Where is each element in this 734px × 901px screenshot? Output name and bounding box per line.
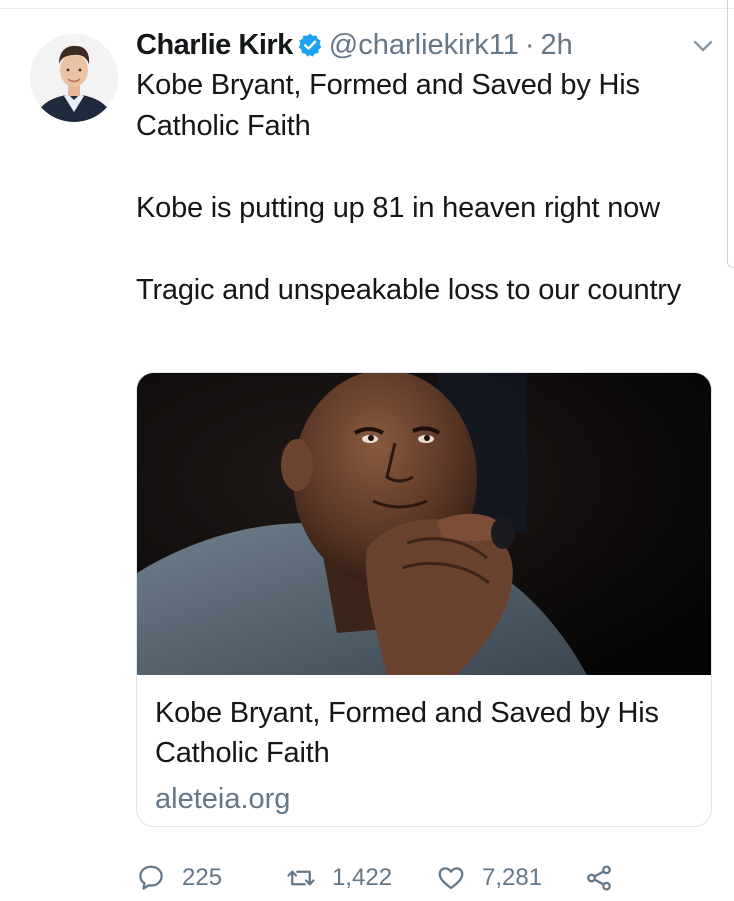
retweet-icon: [287, 870, 315, 886]
avatar-image: [30, 34, 118, 122]
timestamp[interactable]: 2h: [541, 29, 573, 62]
display-name[interactable]: Charlie Kirk: [136, 29, 293, 62]
user-handle[interactable]: @charliekirk11: [329, 29, 519, 62]
tweet-header: Charlie Kirk @charliekirk11 · 2h: [136, 28, 573, 62]
like-count: 7,281: [482, 864, 543, 891]
reply-button[interactable]: 225: [136, 860, 222, 896]
scrollbar[interactable]: [727, 0, 734, 268]
share-icon: [587, 865, 611, 891]
chevron-down-icon[interactable]: [691, 36, 715, 56]
avatar[interactable]: [30, 34, 118, 122]
action-bar: 225 1,422 7,281: [136, 860, 696, 896]
tweet-paragraph: Kobe is putting up 81 in heaven right no…: [136, 192, 660, 224]
reply-icon: [139, 865, 163, 890]
verified-badge-icon: [297, 32, 323, 58]
top-divider: [0, 0, 734, 9]
card-domain[interactable]: aleteia.org: [155, 781, 290, 817]
card-image[interactable]: [137, 373, 711, 675]
tweet-paragraph: Tragic and unspeakable loss to our count…: [136, 274, 682, 306]
retweet-count: 1,422: [332, 864, 393, 891]
kobe-photo: [137, 373, 711, 675]
like-button[interactable]: 7,281: [436, 860, 542, 896]
tweet-paragraph: Kobe Bryant, Formed and Saved by His Cat…: [136, 69, 640, 142]
retweet-button[interactable]: 1,422: [286, 860, 392, 896]
heart-icon: [438, 867, 464, 890]
tweet-text: Kobe Bryant, Formed and Saved by His Cat…: [136, 65, 721, 311]
share-button[interactable]: [584, 860, 614, 896]
reply-count: 225: [182, 864, 223, 891]
tweet-screen: Charlie Kirk @charliekirk11 · 2h Kobe Br…: [0, 0, 734, 901]
card-title[interactable]: Kobe Bryant, Formed and Saved by His Cat…: [155, 693, 700, 773]
link-preview-card[interactable]: Kobe Bryant, Formed and Saved by His Cat…: [136, 372, 712, 827]
separator-dot: ·: [524, 28, 535, 61]
